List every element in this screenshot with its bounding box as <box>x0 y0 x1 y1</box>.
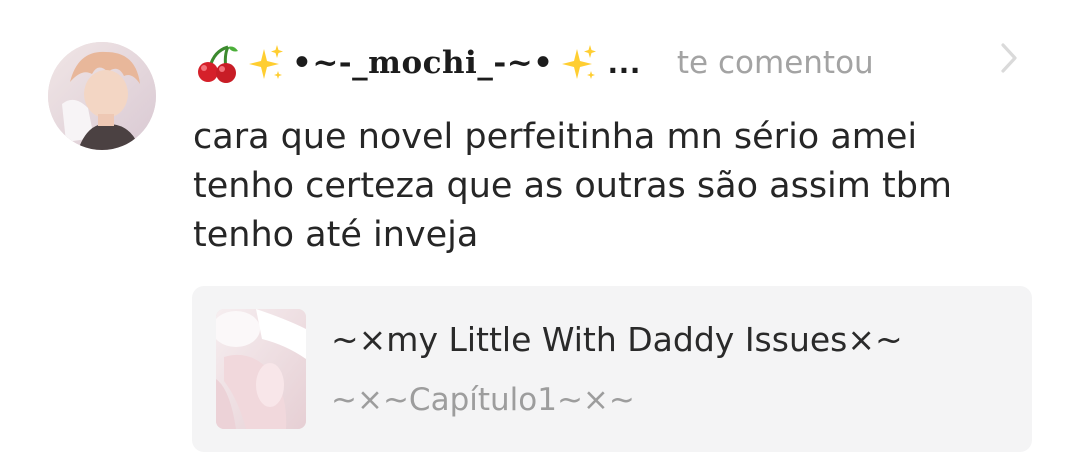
sparkles-icon <box>561 43 597 83</box>
story-card[interactable]: ~×my Little With Daddy Issues×~ ~×~Capít… <box>192 286 1032 452</box>
username-link[interactable]: •~-_mochi_-~• ... <box>194 43 641 83</box>
chapter-title: ~×~Capítulo1~×~ <box>331 382 635 418</box>
story-title: ~×my Little With Daddy Issues×~ <box>331 320 903 359</box>
notification-header: •~-_mochi_-~• ... te comentou <box>194 38 874 88</box>
sparkles-icon <box>248 43 284 83</box>
username-truncation: ... <box>607 46 641 80</box>
username-text: •~-_mochi_-~• <box>292 45 554 81</box>
story-cover-thumbnail[interactable] <box>216 309 306 429</box>
cherry-icon <box>194 43 240 83</box>
comment-text: cara que novel perfeitinha mn sério amei… <box>193 113 1053 260</box>
comment-line: cara que novel perfeitinha mn sério amei <box>193 117 918 157</box>
chevron-right-icon[interactable] <box>994 42 1024 74</box>
avatar[interactable] <box>48 42 156 150</box>
comment-notification[interactable]: •~-_mochi_-~• ... te comentou cara que n… <box>0 0 1080 470</box>
comment-line: tenho certeza que as outras são assim tb… <box>193 166 953 206</box>
comment-line: tenho até inveja <box>193 215 479 255</box>
notification-action-text: te comentou <box>676 45 874 81</box>
